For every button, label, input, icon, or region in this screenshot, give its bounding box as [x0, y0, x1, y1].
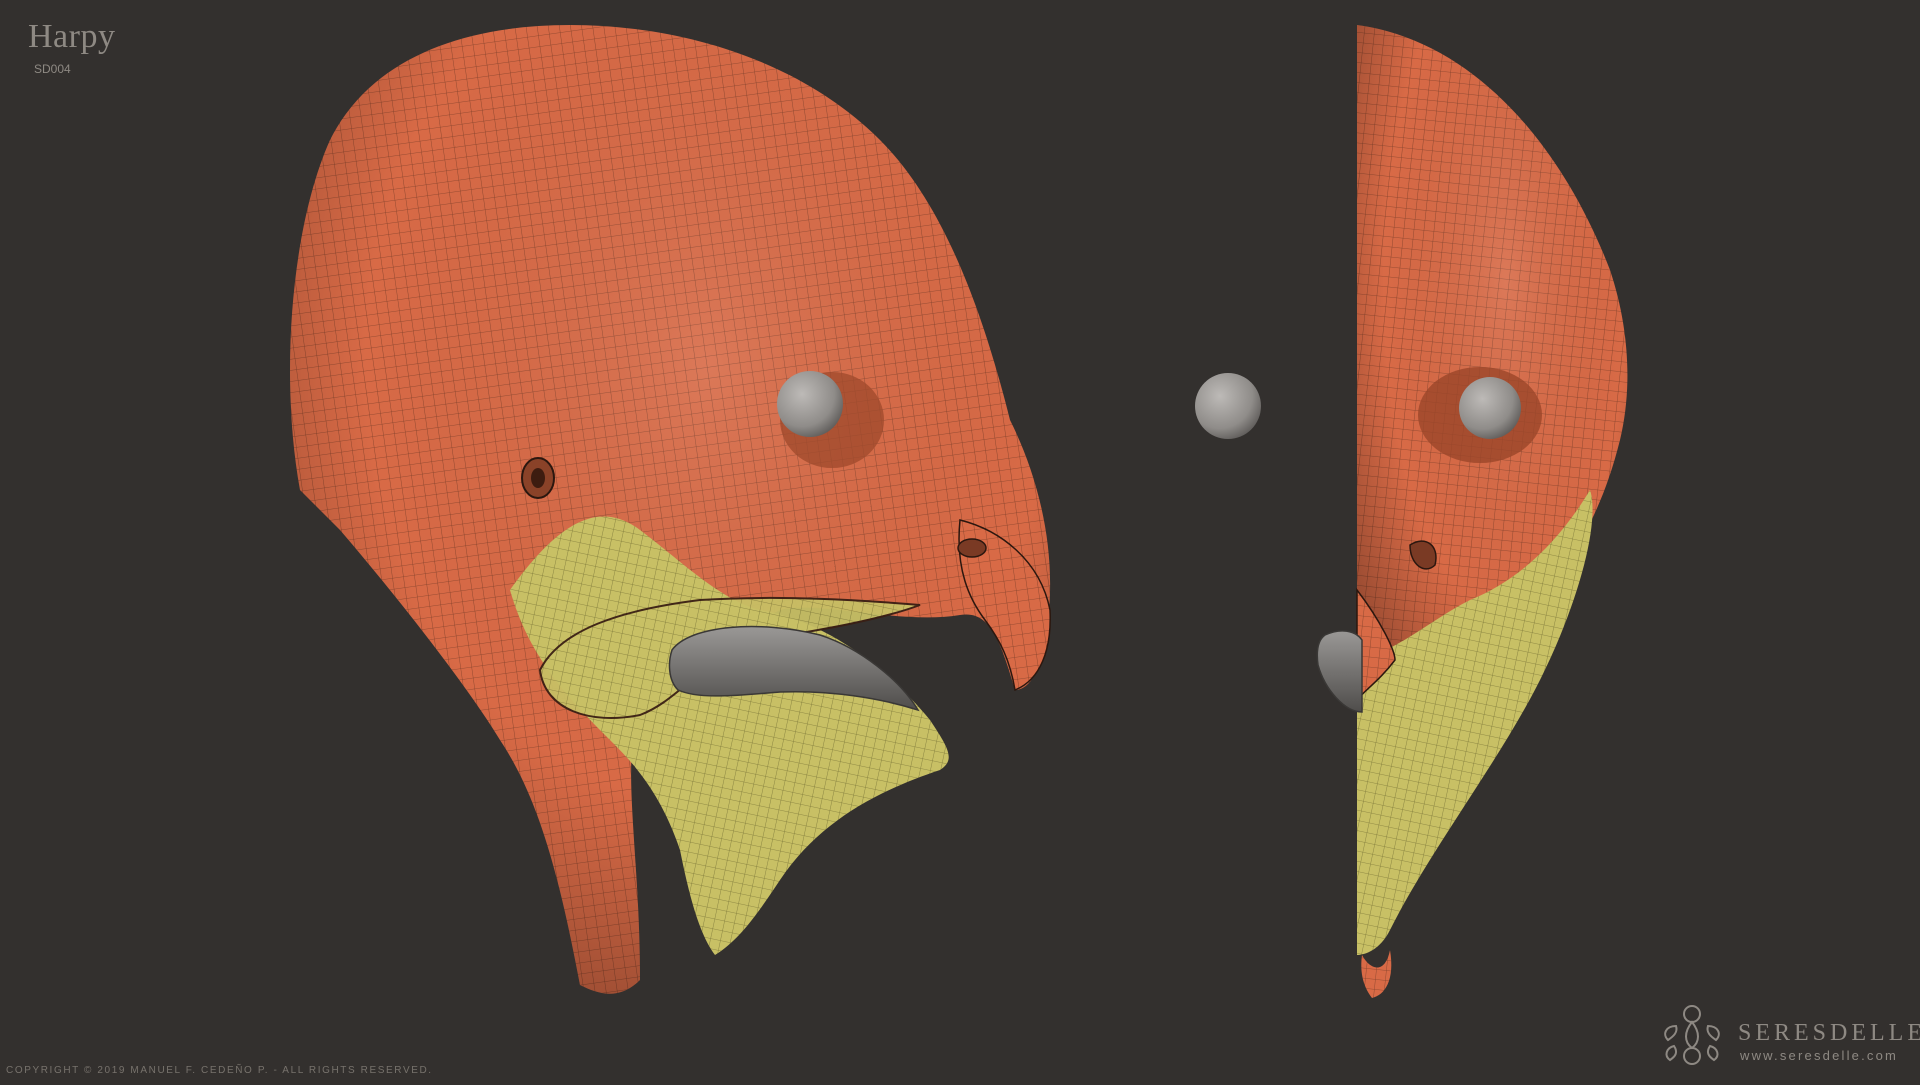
floating-eye-sphere [1195, 373, 1261, 439]
model-code: SD004 [34, 62, 71, 76]
page-title: Harpy [28, 18, 116, 55]
side-view [290, 25, 1051, 994]
front-view [1316, 25, 1628, 998]
sculpt-render [290, 25, 1628, 998]
side-nostril [957, 538, 987, 558]
brand-name: SERESDELLE [1738, 1020, 1920, 1046]
front-horn [1316, 630, 1363, 713]
copyright-notice: COPYRIGHT © 2019 MANUEL F. CEDEÑO P. - A… [6, 1065, 433, 1076]
front-eye [1459, 377, 1521, 439]
side-eye [777, 371, 843, 437]
brand-url: www.seresdelle.com [1740, 1048, 1899, 1063]
render-canvas: Harpy SD004 COPYRIGHT © 2019 MANUEL F. C… [0, 0, 1920, 1080]
seresdelle-logo-icon [1664, 1005, 1720, 1065]
